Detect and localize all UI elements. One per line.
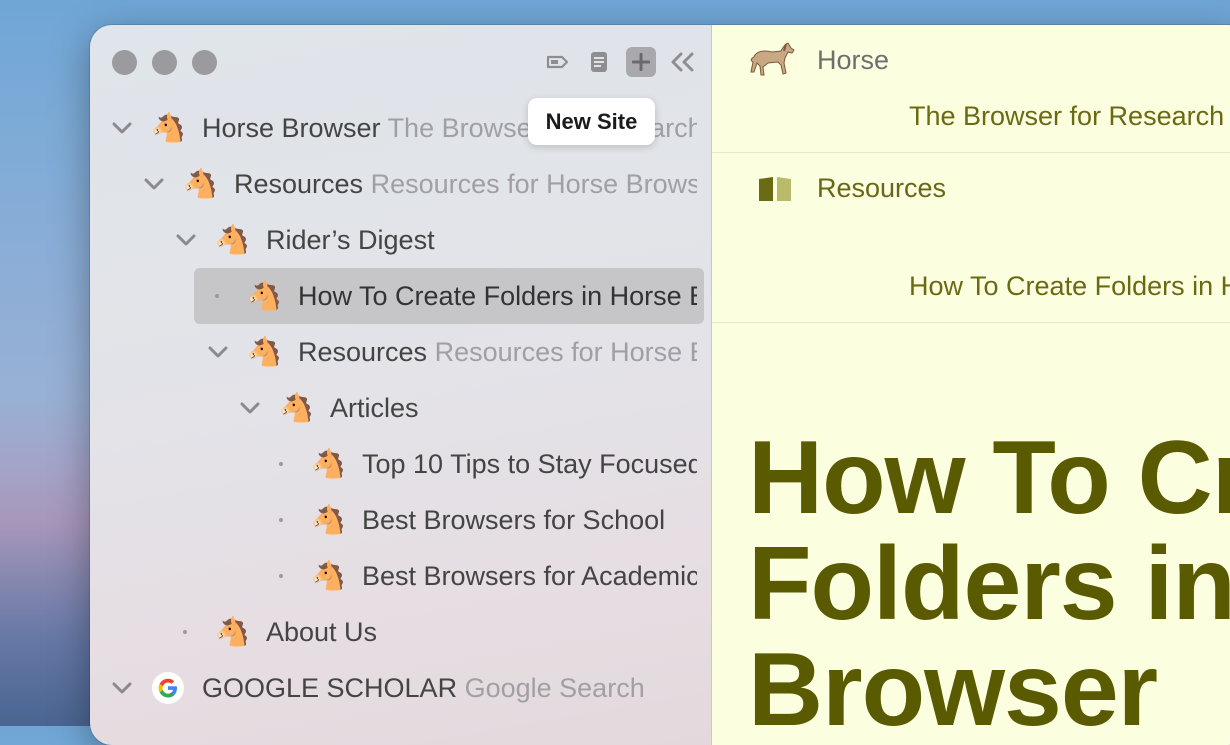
tree-item-title: Best Browsers for Academics bbox=[362, 561, 697, 591]
section-link-resources[interactable]: Resources bbox=[817, 173, 946, 204]
window-controls bbox=[112, 50, 217, 75]
bullet-icon bbox=[183, 630, 187, 634]
chevron-down-icon[interactable] bbox=[174, 228, 198, 252]
book-icon bbox=[757, 175, 793, 208]
chevron-down-icon[interactable] bbox=[110, 116, 134, 140]
sidebar: 🐴 Horse Browser The Browser for Research… bbox=[90, 25, 712, 745]
tree-item[interactable]: 🐴 Articles bbox=[90, 380, 711, 436]
tree-item-title: Best Browsers for School bbox=[362, 505, 666, 535]
document-icon[interactable] bbox=[584, 47, 614, 77]
article-link[interactable]: How To Create Folders in Horse Browser bbox=[909, 271, 1230, 302]
minimize-window-button[interactable] bbox=[152, 50, 177, 75]
tree-item[interactable]: 🐴 Best Browsers for School bbox=[90, 492, 711, 548]
horse-icon: 🐴 bbox=[183, 168, 218, 199]
divider bbox=[712, 322, 1230, 323]
chevron-down-icon[interactable] bbox=[206, 340, 230, 364]
tree-item[interactable]: 🐴 Top 10 Tips to Stay Focused bbox=[90, 436, 711, 492]
browser-window: 🐴 Horse Browser The Browser for Research… bbox=[90, 25, 1230, 745]
tree-item-title: Rider’s Digest bbox=[266, 225, 435, 255]
headline-line: Folders in bbox=[748, 526, 1230, 642]
horse-icon: 🐴 bbox=[311, 448, 346, 479]
tree-item-title: Resources bbox=[298, 337, 428, 367]
tree-item[interactable]: 🐴 Rider’s Digest bbox=[90, 212, 711, 268]
divider bbox=[712, 152, 1230, 153]
plus-icon bbox=[632, 53, 650, 71]
tree-item-title: GOOGLE SCHOLAR bbox=[202, 673, 458, 703]
tree-item-title: Articles bbox=[330, 393, 419, 423]
close-window-button[interactable] bbox=[112, 50, 137, 75]
horse-icon: 🐴 bbox=[279, 392, 314, 423]
horse-icon: 🐴 bbox=[311, 560, 346, 591]
chevron-down-icon[interactable] bbox=[238, 396, 262, 420]
tree-item-subtitle: Resources for Horse Browser bbox=[434, 337, 697, 367]
google-icon bbox=[151, 671, 185, 705]
desktop-background bbox=[0, 0, 100, 726]
zoom-window-button[interactable] bbox=[192, 50, 217, 75]
tree-item-subtitle: Resources for Horse Browser bbox=[370, 169, 697, 199]
tree-item[interactable]: 🐴 Best Browsers for Academics bbox=[90, 548, 711, 604]
site-name-link[interactable]: Horse bbox=[817, 45, 889, 76]
horse-icon: 🐴 bbox=[151, 112, 186, 143]
horse-icon: 🐴 bbox=[311, 504, 346, 535]
tree-item[interactable]: 🐴 Resources Resources for Horse Browser bbox=[90, 324, 711, 380]
new-site-tooltip: New Site bbox=[528, 98, 655, 145]
new-site-button[interactable] bbox=[626, 47, 656, 77]
site-logo-horse-icon[interactable] bbox=[748, 39, 796, 84]
sidebar-toolbar bbox=[542, 47, 698, 77]
tree-item[interactable]: 🐴 Resources Resources for Horse Browser bbox=[90, 156, 711, 212]
tree-item-title: Top 10 Tips to Stay Focused bbox=[362, 449, 697, 479]
chevron-down-icon[interactable] bbox=[110, 676, 134, 700]
tree-item[interactable]: GOOGLE SCHOLAR Google Search bbox=[90, 660, 711, 716]
horse-icon: 🐴 bbox=[247, 280, 282, 311]
tag-icon[interactable] bbox=[542, 47, 572, 77]
headline-line: How To Cre bbox=[748, 420, 1230, 536]
bullet-icon bbox=[279, 518, 283, 522]
bullet-icon bbox=[215, 294, 219, 298]
horse-icon: 🐴 bbox=[215, 224, 250, 255]
web-content: Horse The Browser for Research Resources… bbox=[712, 25, 1230, 745]
collapse-sidebar-icon[interactable] bbox=[668, 47, 698, 77]
tree-item-title: How To Create Folders in Horse Browser bbox=[298, 281, 697, 311]
bullet-icon bbox=[279, 462, 283, 466]
tree-item-selected[interactable]: 🐴 How To Create Folders in Horse Browser bbox=[90, 268, 711, 324]
horse-icon: 🐴 bbox=[215, 616, 250, 647]
tree-item-title: Horse Browser bbox=[202, 113, 381, 143]
chevron-down-icon[interactable] bbox=[142, 172, 166, 196]
tree-item-title: Resources bbox=[234, 169, 364, 199]
headline-line: Browser bbox=[748, 632, 1158, 745]
article-headline: How To Cre Folders in Browser bbox=[748, 425, 1230, 743]
horse-icon: 🐴 bbox=[247, 336, 282, 367]
tree-item-subtitle: Google Search bbox=[464, 673, 645, 703]
tree-item[interactable]: 🐴 About Us bbox=[90, 604, 711, 660]
bullet-icon bbox=[279, 574, 283, 578]
site-tagline: The Browser for Research bbox=[909, 101, 1225, 131]
tree-item-title: About Us bbox=[266, 617, 378, 647]
